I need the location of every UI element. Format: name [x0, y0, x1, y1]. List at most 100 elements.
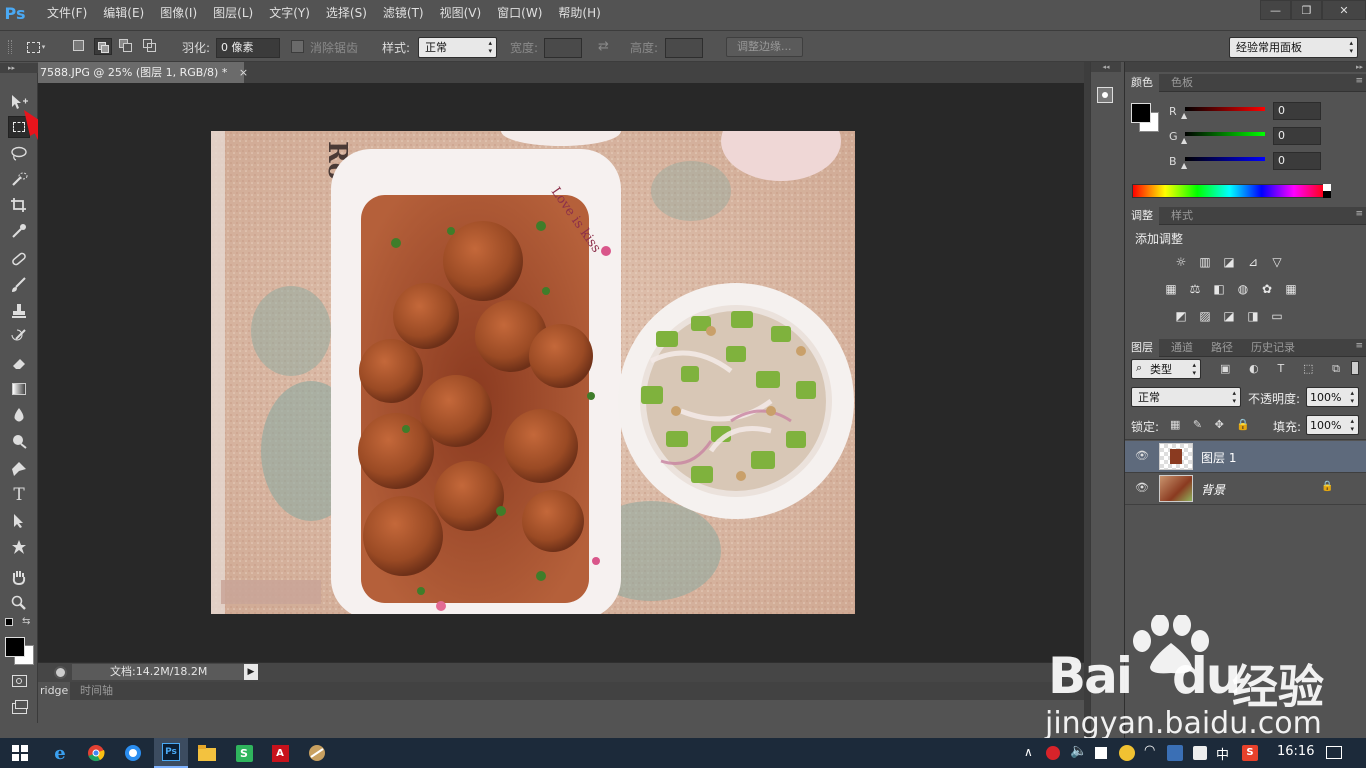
- slider-handle-icon[interactable]: ▲: [1181, 161, 1187, 170]
- width-input[interactable]: [544, 38, 582, 58]
- brush-tool-icon[interactable]: [8, 274, 30, 296]
- channel-slider[interactable]: [1185, 157, 1265, 161]
- pen-tool-icon[interactable]: [8, 458, 30, 480]
- text-filter-icon[interactable]: T: [1277, 362, 1284, 376]
- volume-icon[interactable]: 🔈: [1070, 743, 1087, 759]
- adjustment-icon[interactable]: ◩: [1173, 309, 1189, 323]
- path-selection-tool-icon[interactable]: [8, 510, 30, 532]
- app-tray-icon[interactable]: [1167, 745, 1183, 761]
- status-arrow-icon[interactable]: ▶: [244, 664, 258, 680]
- clock[interactable]: 16:16: [1277, 744, 1314, 759]
- menu-item[interactable]: 图像(I): [152, 0, 205, 27]
- gradient-tool-icon[interactable]: [8, 378, 30, 400]
- misc-app-icon[interactable]: [305, 741, 329, 765]
- adjustment-icon[interactable]: ▦: [1283, 282, 1299, 296]
- menu-item[interactable]: 图层(L): [205, 0, 261, 27]
- subtract-selection-icon[interactable]: [119, 39, 133, 53]
- default-colors-icon[interactable]: [5, 618, 13, 626]
- spectrum-black[interactable]: [1323, 191, 1331, 198]
- filter-toggle[interactable]: [1351, 361, 1359, 375]
- adjustment-icon[interactable]: ◧: [1211, 282, 1227, 296]
- menu-item[interactable]: 文字(Y): [261, 0, 318, 27]
- adjustment-icon[interactable]: ◪: [1221, 255, 1237, 269]
- close-window-button[interactable]: ✕: [1322, 0, 1366, 20]
- add-selection-button[interactable]: [94, 38, 112, 55]
- action-center-icon[interactable]: [1326, 746, 1342, 759]
- channel-value-input[interactable]: 0: [1273, 102, 1321, 120]
- dodge-tool-icon[interactable]: [8, 430, 30, 452]
- keyboard-tray-icon[interactable]: [1193, 746, 1207, 760]
- height-input[interactable]: [665, 38, 703, 58]
- wifi-icon[interactable]: ◠: [1144, 743, 1155, 758]
- eraser-tool-icon[interactable]: [8, 352, 30, 374]
- document-image[interactable]: Ro Love is kiss: [211, 131, 855, 614]
- blur-tool-icon[interactable]: [8, 404, 30, 426]
- tab-history[interactable]: 历史记录: [1245, 339, 1301, 357]
- zoom-tool-icon[interactable]: [8, 592, 30, 614]
- sogou-ime-icon[interactable]: S: [1242, 745, 1258, 761]
- lock-position-icon[interactable]: ✥: [1215, 418, 1224, 432]
- restore-button[interactable]: ❐: [1291, 0, 1322, 20]
- menu-item[interactable]: 选择(S): [318, 0, 375, 27]
- antivirus-tray-icon[interactable]: [1046, 746, 1060, 760]
- menu-item[interactable]: 滤镜(T): [375, 0, 432, 27]
- lock-paint-icon[interactable]: ✎: [1193, 418, 1202, 432]
- panel-menu-icon[interactable]: ≡: [1355, 341, 1363, 351]
- tab-layers[interactable]: 图层: [1125, 339, 1159, 357]
- intersect-selection-icon[interactable]: [143, 39, 157, 53]
- slider-handle-icon[interactable]: ▲: [1181, 136, 1187, 145]
- swap-icon[interactable]: ⇄: [598, 39, 609, 54]
- 3d-panel-icon[interactable]: [1097, 87, 1113, 103]
- adjustment-icon[interactable]: ▥: [1197, 255, 1213, 269]
- tab-swatches[interactable]: 色板: [1165, 74, 1199, 92]
- crop-tool-icon[interactable]: [8, 194, 30, 216]
- visibility-eye-icon[interactable]: 👁: [1135, 449, 1149, 462]
- feather-input[interactable]: 0 像素: [216, 38, 280, 58]
- status-menu-icon[interactable]: [54, 666, 67, 679]
- chrome-icon[interactable]: [84, 741, 108, 765]
- screen-mode-icon[interactable]: [8, 697, 30, 719]
- network-box-icon[interactable]: [1095, 747, 1107, 759]
- new-selection-icon[interactable]: [73, 40, 84, 51]
- fill-input[interactable]: 100%: [1306, 415, 1359, 435]
- history-brush-tool-icon[interactable]: [8, 326, 30, 348]
- custom-shape-tool-icon[interactable]: [8, 536, 30, 558]
- spectrum-white[interactable]: [1323, 184, 1331, 191]
- image-filter-icon[interactable]: ▣: [1220, 362, 1230, 376]
- adjustment-icon[interactable]: ▽: [1269, 255, 1285, 269]
- menu-item[interactable]: 帮助(H): [550, 0, 608, 27]
- color-fg-swatch[interactable]: [1131, 103, 1151, 123]
- foreground-color-swatch[interactable]: [5, 637, 25, 657]
- tab-channels[interactable]: 通道: [1165, 339, 1199, 357]
- collapse-panels-icon[interactable]: ▸▸: [1125, 62, 1366, 72]
- close-tab-icon[interactable]: ×: [239, 66, 248, 79]
- tab-timeline[interactable]: 时间轴: [76, 682, 117, 700]
- panel-menu-icon[interactable]: ≡: [1355, 209, 1363, 219]
- qq-tray-icon[interactable]: [1119, 745, 1135, 761]
- swap-colors-icon[interactable]: ⇆: [22, 616, 30, 627]
- menu-item[interactable]: 窗口(W): [489, 0, 550, 27]
- adjustment-icon[interactable]: ▦: [1163, 282, 1179, 296]
- adjustment-icon[interactable]: ⚖: [1187, 282, 1203, 296]
- adjustment-icon[interactable]: ▭: [1269, 309, 1285, 323]
- marquee-preset-button[interactable]: ▾: [24, 38, 48, 56]
- channel-value-input[interactable]: 0: [1273, 152, 1321, 170]
- document-tab[interactable]: 7588.JPG @ 25% (图层 1, RGB/8) * ×: [38, 62, 248, 83]
- ie-icon[interactable]: e: [48, 741, 72, 765]
- hand-tool-icon[interactable]: [8, 566, 30, 588]
- style-select[interactable]: 正常: [418, 37, 497, 58]
- tab-bridge[interactable]: ridge: [38, 682, 71, 700]
- adjustment-icon[interactable]: ▨: [1197, 309, 1213, 323]
- tab-paths[interactable]: 路径: [1205, 339, 1239, 357]
- blend-mode-select[interactable]: 正常: [1131, 387, 1241, 407]
- tray-expand-icon[interactable]: ∧: [1024, 745, 1033, 759]
- adjustment-icon[interactable]: ◪: [1221, 309, 1237, 323]
- channel-slider[interactable]: [1185, 107, 1265, 111]
- file-explorer-icon[interactable]: [195, 741, 219, 765]
- minimize-button[interactable]: —: [1260, 0, 1291, 20]
- lock-all-icon[interactable]: 🔒: [1236, 418, 1250, 432]
- menu-item[interactable]: 视图(V): [432, 0, 490, 27]
- wps-icon[interactable]: S: [232, 741, 256, 765]
- tab-styles[interactable]: 样式: [1165, 207, 1199, 225]
- clone-stamp-tool-icon[interactable]: [8, 300, 30, 322]
